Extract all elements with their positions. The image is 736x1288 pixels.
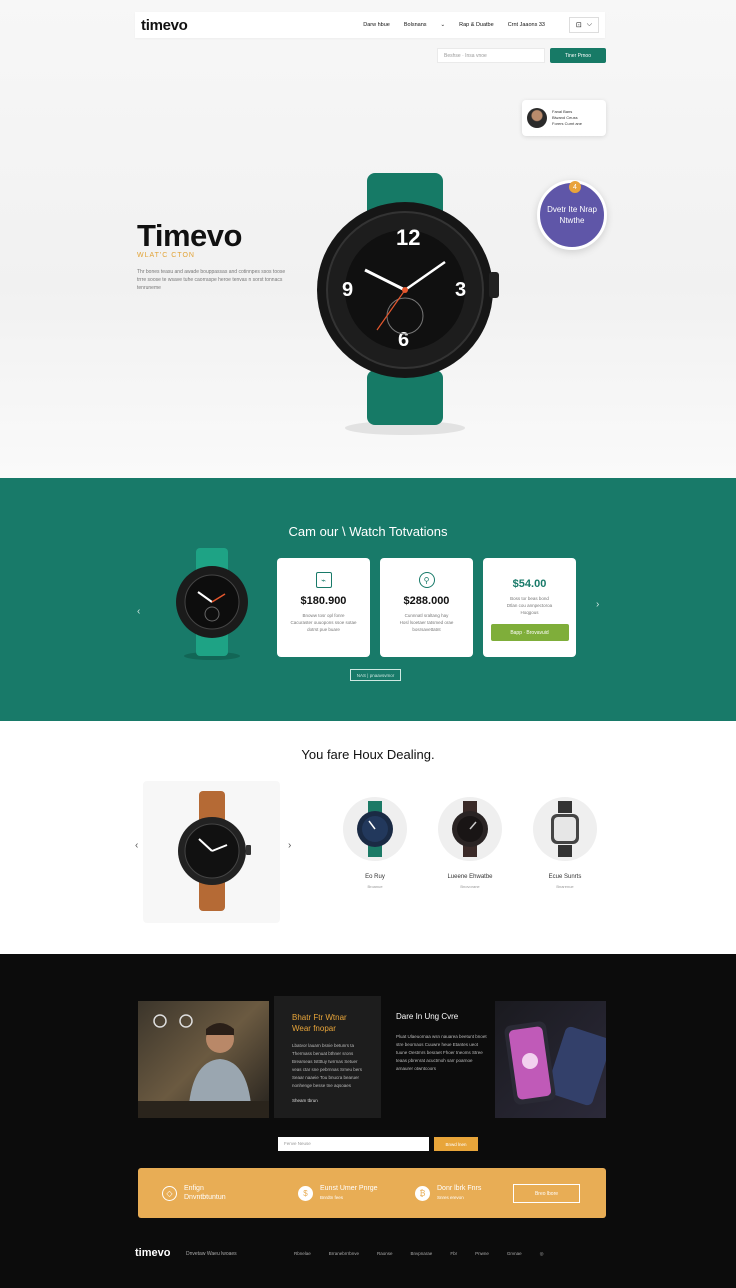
lock-icon: ₿	[415, 1185, 430, 1201]
feature-item: ◇ Enfign Dnvntbtuntun	[162, 1184, 226, 1202]
column-text: Pluat Ulaeuornaa wsn nauarea beetunt bno…	[396, 1034, 487, 1071]
learn-more-button[interactable]: Breo lbore	[513, 1184, 580, 1203]
footer-links: Rbnelae Brranebrrrbnve Raonse Bnvpnarae …	[294, 1251, 544, 1257]
review-card: Fanal Bans Blwand Ceuss Forers Cumt ane	[522, 100, 606, 136]
box-icon: ◇	[162, 1185, 177, 1201]
svg-text:9: 9	[342, 279, 353, 301]
watch-thumb-image	[452, 801, 488, 857]
product-name: Eo Ruy	[365, 874, 385, 880]
info-panel: Bhatr Ftr Wtnar Wear fnopar Lbatvor laua…	[274, 996, 381, 1118]
avatar	[527, 108, 547, 128]
price-card[interactable]: ⚲ $288.000 Cunnnatl sraltang hay Hosl lso…	[380, 558, 473, 657]
feature-title: Eunst Umer Pnrge	[320, 1185, 378, 1192]
product-name: Lueene Ehwatbe	[447, 874, 493, 880]
dealing-title: You fare Houx Dealing.	[301, 747, 435, 762]
product-thumb[interactable]	[343, 797, 407, 861]
phone-photo	[495, 1001, 606, 1118]
hero-watch-image: 12 9 3 6	[317, 173, 499, 435]
svg-text:12: 12	[396, 225, 420, 250]
product-thumb[interactable]	[438, 797, 502, 861]
feature-title: Dnvntbtuntun	[184, 1194, 226, 1201]
footer-link[interactable]: Raonse	[377, 1251, 393, 1257]
features-bar: ◇ Enfign Dnvntbtuntun $ Eunst Umer Pnrge B…	[138, 1168, 606, 1218]
footer-link[interactable]: Grvnae	[507, 1251, 522, 1257]
logo[interactable]: timevo	[141, 17, 188, 34]
top-nav: timevo Darw hbue Bolsnans ⌄ Rap & Duatbe…	[135, 12, 605, 38]
featured-product-card[interactable]	[143, 781, 280, 923]
feature-title: Enfign	[184, 1185, 204, 1192]
newsletter-input[interactable]: Fenve Neuse	[278, 1137, 429, 1151]
nav-link[interactable]: Crnt Jaaons 33	[508, 22, 545, 28]
column-title: Dare In Ung Cvre	[396, 1012, 459, 1021]
chevron-right-icon[interactable]: ›	[596, 599, 599, 610]
footer-link[interactable]: Rbnelae	[294, 1251, 311, 1257]
product-name: Ecue Sunrts	[548, 874, 582, 880]
footer-tagline: Dnvetaw Waeu lwoaes	[186, 1251, 237, 1257]
watch-thumb-image	[357, 801, 393, 857]
cart-button[interactable]: ⊡ ⌵	[569, 17, 599, 33]
card-price: $54.00	[512, 578, 547, 590]
globe-icon[interactable]: ◎	[540, 1251, 544, 1257]
cart-icon: ⊡	[575, 22, 582, 29]
footer-link[interactable]: Pnwne	[475, 1251, 489, 1257]
footer-logo[interactable]: timevo	[135, 1247, 170, 1259]
dollar-icon: $	[298, 1185, 313, 1201]
smartwatch-thumb-image	[551, 801, 579, 857]
badge-text: Dvetr Ite Nrap Ntwthe	[547, 205, 597, 225]
featured-watch-image	[178, 791, 251, 911]
chevron-left-icon[interactable]: ‹	[135, 840, 138, 851]
card-desc: Cunnnatl sraltang hay Hosl lsoetaer tatsm…	[399, 613, 454, 632]
hero-title: Timevo	[137, 218, 242, 253]
nav-link[interactable]: Darw hbue	[363, 22, 390, 28]
panel-text: Lbatvor lauarn bsnie betunrs ta Thermass…	[292, 1043, 363, 1088]
chevron-left-icon[interactable]: ‹	[137, 606, 140, 617]
product-thumb[interactable]	[533, 797, 597, 861]
svg-text:6: 6	[398, 329, 409, 351]
collection-watch-image	[176, 548, 248, 660]
chevron-down-icon: ⌄	[440, 22, 446, 28]
hero-description: Thr bones teasu and awade bouppassas and…	[137, 269, 286, 291]
search-input[interactable]: Beshse · Insa vnoe	[437, 48, 545, 63]
chart-icon: ⌁	[315, 572, 332, 588]
card-desc: Boss tor beas bond Dtlan cou annpectoroa H…	[506, 596, 553, 615]
info-column: Dare In Ung Cvre Pluat Ulaeuornaa wsn na…	[396, 1012, 488, 1073]
panel-title: Bhatr Ftr Wtnar Wear fnopar	[292, 1013, 347, 1033]
feature-sub: Snres erevon	[437, 1195, 464, 1200]
card-desc: Bnoww tosr opl fonre Cacuraster ouuopons …	[290, 613, 357, 632]
chevron-down-icon: ⌵	[586, 21, 593, 28]
feature-item: ₿ Donr lbrk Fnrs Snres erevon	[415, 1184, 481, 1202]
review-line: Forers Cumt ane	[552, 121, 583, 126]
panel-link[interactable]: Sheam tbrun	[292, 1098, 363, 1103]
footer-link[interactable]: Brranebrrrbnve	[329, 1251, 359, 1257]
nav-link[interactable]: Rap & Duatbe	[459, 22, 494, 28]
product-sub: Bnovorane	[460, 884, 480, 889]
newsletter-button[interactable]: Bnwd lnen	[434, 1137, 478, 1151]
person-photo	[138, 1001, 269, 1118]
product-sub: Broanue	[367, 884, 383, 889]
feature-sub: Bnrdtn fees	[320, 1195, 344, 1200]
card-price: $180.900	[300, 595, 347, 607]
footer-link[interactable]: Bnvpnarae	[411, 1251, 433, 1257]
person-icon: ⚲	[418, 572, 435, 588]
svg-text:3: 3	[455, 279, 466, 301]
hero-subtitle: WLAT'C CTON	[137, 252, 195, 259]
card-buy-button[interactable]: Bapp · Brovavuid	[490, 624, 569, 641]
feature-item: $ Eunst Umer Pnrge Bnrdtn fees	[298, 1184, 378, 1202]
view-all-button[interactable]: NAS | pnaavsvmor	[350, 669, 401, 681]
price-card[interactable]: ⌁ $180.900 Bnoww tosr opl fonre Cacuraste…	[277, 558, 370, 657]
footer-link[interactable]: Fbr	[450, 1251, 457, 1257]
product-sub: Bnarenue	[556, 884, 574, 889]
card-price: $288.000	[403, 595, 450, 607]
badge-dot: 4	[569, 181, 581, 193]
collection-title: Cam our \ Watch Totvations	[288, 524, 448, 539]
chevron-right-icon[interactable]: ›	[288, 840, 291, 851]
feature-title: Donr lbrk Fnrs	[437, 1185, 482, 1192]
price-card[interactable]: $54.00 Boss tor beas bond Dtlan cou annpe…	[483, 558, 576, 657]
shop-button[interactable]: Tiner Prnoo	[550, 48, 606, 63]
nav-link[interactable]: Bolsnans	[404, 22, 427, 28]
